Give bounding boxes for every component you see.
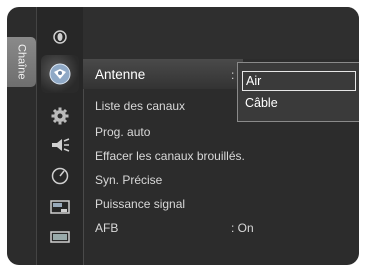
- menu-item-antenna-value: :: [231, 68, 235, 82]
- menu-item-signal-strength[interactable]: Puissance signal: [95, 197, 185, 211]
- channel-antenna-icon[interactable]: [48, 62, 72, 86]
- dropdown-option-air[interactable]: Air: [242, 71, 356, 91]
- channel-tab-label: Chaîne: [15, 44, 28, 80]
- menu-item-afb[interactable]: AFB: [95, 221, 118, 235]
- timer-icon[interactable]: [51, 167, 69, 185]
- sound-icon[interactable]: [50, 138, 70, 152]
- category-icon-column: [36, 7, 84, 265]
- input-icon[interactable]: [53, 29, 67, 45]
- setup-gear-icon[interactable]: [51, 107, 69, 125]
- menu-item-afb-value: : On: [231, 221, 254, 235]
- menu-item-auto-program[interactable]: Prog. auto: [95, 125, 150, 139]
- input-source-icon[interactable]: [50, 231, 70, 243]
- tv-osd-menu: Chaîne Antenne: Liste des canaux Prog. …: [7, 7, 359, 265]
- menu-item-fine-tune[interactable]: Syn. Précise: [95, 173, 162, 187]
- antenna-dropdown[interactable]: Air Câble: [237, 62, 359, 122]
- menu-item-antenna[interactable]: Antenne: [95, 67, 145, 82]
- menu-item-clear-scrambled[interactable]: Effacer les canaux brouillés.: [95, 149, 245, 163]
- menu-item-channel-list[interactable]: Liste des canaux: [95, 99, 185, 113]
- dropdown-option-cable[interactable]: Câble: [242, 93, 356, 113]
- menu-header-band: [83, 7, 359, 59]
- picture-icon[interactable]: [50, 200, 70, 214]
